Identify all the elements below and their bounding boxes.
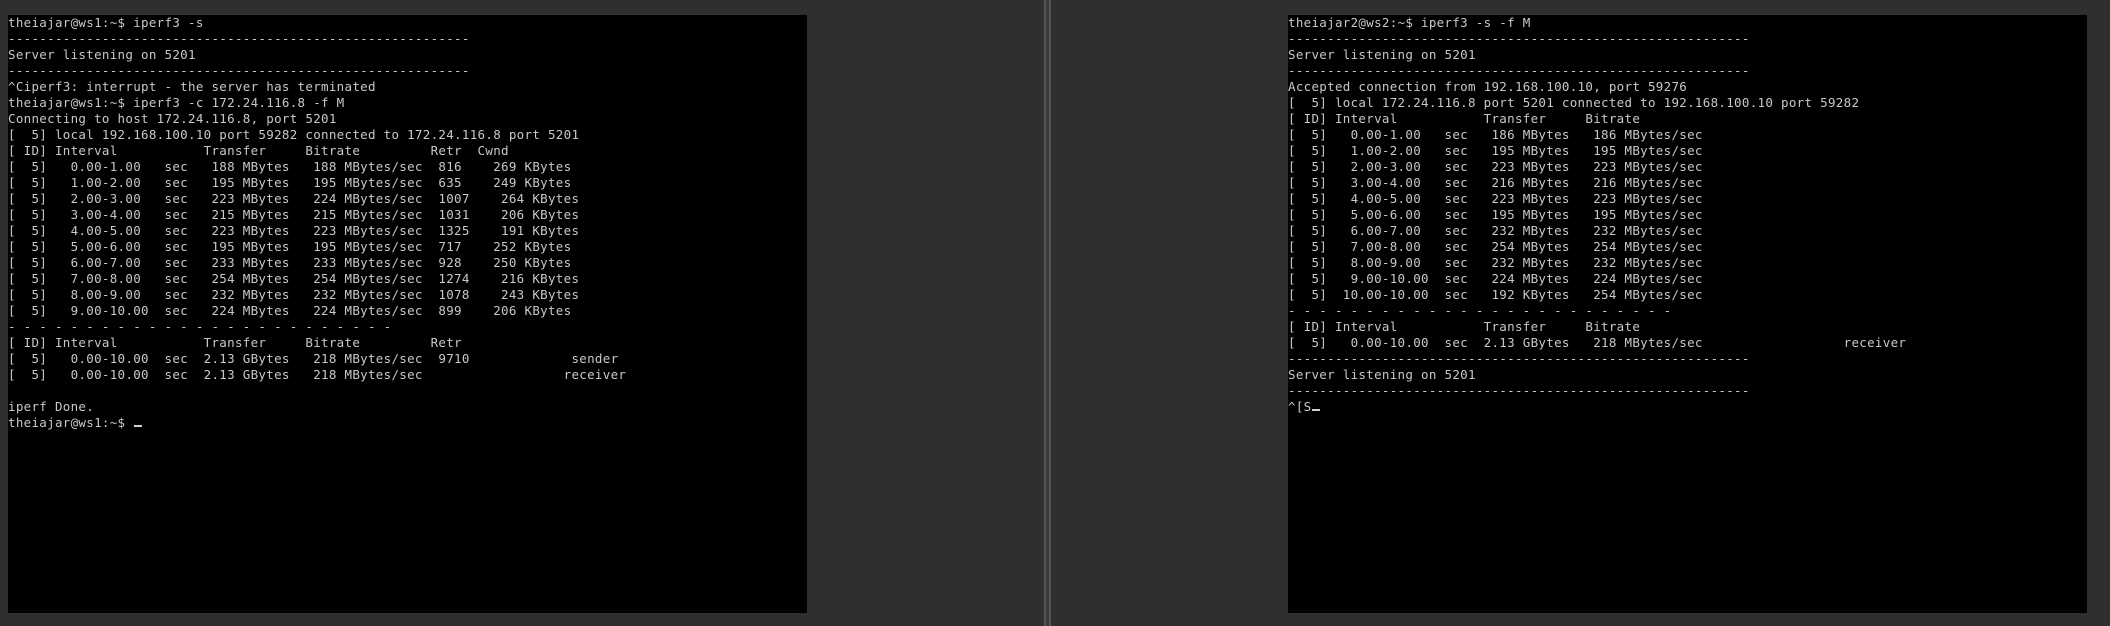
right-terminal-line: ----------------------------------------… — [1288, 351, 1750, 366]
right-terminal-line: ----------------------------------------… — [1288, 383, 1750, 398]
right-terminal-line: [ ID] Interval Transfer Bitrate — [1288, 319, 1641, 334]
left-console-pane: theiajar@ws1:~$ iperf3 -s ---------------… — [0, 0, 1044, 626]
right-terminal-output: theiajar2@ws2:~$ iperf3 -s -f M ---------… — [1288, 15, 2087, 415]
right-terminal-window[interactable]: theiajar2@ws2:~$ iperf3 -s -f M ---------… — [1288, 15, 2087, 613]
left-terminal-line: [ 5] 8.00-9.00 sec 232 MBytes 232 MBytes… — [8, 287, 580, 302]
left-terminal-line: [ 5] 0.00-10.00 sec 2.13 GBytes 218 MByt… — [8, 367, 627, 382]
right-terminal-line: ----------------------------------------… — [1288, 31, 1750, 46]
right-terminal-cursor — [1312, 409, 1321, 411]
right-terminal-line: [ 5] 4.00-5.00 sec 223 MBytes 223 MBytes… — [1288, 191, 1703, 206]
right-terminal-line: - - - - - - - - - - - - - - - - - - - - … — [1288, 303, 1672, 318]
left-terminal-line: [ 5] 6.00-7.00 sec 233 MBytes 233 MBytes… — [8, 255, 572, 270]
left-terminal-line: [ 5] 0.00-10.00 sec 2.13 GBytes 218 MByt… — [8, 351, 619, 366]
right-terminal-line: ----------------------------------------… — [1288, 63, 1750, 78]
left-terminal-line: ^Ciperf3: interrupt - the server has ter… — [8, 79, 376, 94]
left-terminal-line: [ ID] Interval Transfer Bitrate Retr — [8, 335, 462, 350]
right-terminal-line: ^[S — [1288, 399, 2087, 415]
right-terminal-line: [ 5] 6.00-7.00 sec 232 MBytes 232 MBytes… — [1288, 223, 1703, 238]
left-terminal-line: [ 5] 1.00-2.00 sec 195 MBytes 195 MBytes… — [8, 175, 572, 190]
right-terminal-line: [ 5] 9.00-10.00 sec 224 MBytes 224 MByte… — [1288, 271, 1703, 286]
left-terminal-output: theiajar@ws1:~$ iperf3 -s ---------------… — [8, 15, 807, 431]
left-terminal-cursor — [134, 425, 143, 427]
right-terminal-line: [ 5] 8.00-9.00 sec 232 MBytes 232 MBytes… — [1288, 255, 1703, 270]
left-terminal-line: ----------------------------------------… — [8, 63, 470, 78]
left-terminal-line: [ 5] local 192.168.100.10 port 59282 con… — [8, 127, 580, 142]
left-terminal-line: [ 5] 5.00-6.00 sec 195 MBytes 195 MBytes… — [8, 239, 572, 254]
right-terminal-line: [ 5] local 172.24.116.8 port 5201 connec… — [1288, 95, 1860, 110]
right-terminal-line: [ 5] 5.00-6.00 sec 195 MBytes 195 MBytes… — [1288, 207, 1703, 222]
left-terminal-line: [ 5] 3.00-4.00 sec 215 MBytes 215 MBytes… — [8, 207, 580, 222]
right-terminal-line: [ 5] 3.00-4.00 sec 216 MBytes 216 MBytes… — [1288, 175, 1703, 190]
left-terminal-line: Connecting to host 172.24.116.8, port 52… — [8, 111, 337, 126]
left-terminal-line: theiajar@ws1:~$ iperf3 -c 172.24.116.8 -… — [8, 95, 345, 110]
left-terminal-line: Server listening on 5201 — [8, 47, 196, 62]
right-terminal-line: [ 5] 2.00-3.00 sec 223 MBytes 223 MBytes… — [1288, 159, 1703, 174]
left-terminal-line: theiajar@ws1:~$ — [8, 415, 807, 431]
right-terminal-line: Accepted connection from 192.168.100.10,… — [1288, 79, 1688, 94]
right-terminal-line: Server listening on 5201 — [1288, 367, 1476, 382]
pane-splitter[interactable] — [1044, 0, 1051, 626]
right-terminal-line: Server listening on 5201 — [1288, 47, 1476, 62]
right-terminal-line: [ 5] 0.00-1.00 sec 186 MBytes 186 MBytes… — [1288, 127, 1703, 142]
right-terminal-line: [ 5] 10.00-10.00 sec 192 KBytes 254 MByt… — [1288, 287, 1703, 302]
left-terminal-line: theiajar@ws1:~$ iperf3 -s — [8, 15, 204, 30]
left-terminal-line: [ 5] 4.00-5.00 sec 223 MBytes 223 MBytes… — [8, 223, 580, 238]
right-console-pane: theiajar2@ws2:~$ iperf3 -s -f M ---------… — [1051, 0, 2110, 626]
left-terminal-line: [ ID] Interval Transfer Bitrate Retr Cwn… — [8, 143, 509, 158]
right-terminal-line: [ 5] 0.00-10.00 sec 2.13 GBytes 218 MByt… — [1288, 335, 1907, 350]
left-terminal-line: ----------------------------------------… — [8, 31, 470, 46]
left-terminal-window[interactable]: theiajar@ws1:~$ iperf3 -s ---------------… — [8, 15, 807, 613]
left-terminal-line: - - - - - - - - - - - - - - - - - - - - … — [8, 319, 392, 334]
left-terminal-line — [8, 383, 807, 399]
left-terminal-line: [ 5] 2.00-3.00 sec 223 MBytes 224 MBytes… — [8, 191, 580, 206]
right-terminal-line: theiajar2@ws2:~$ iperf3 -s -f M — [1288, 15, 1531, 30]
right-terminal-line: [ ID] Interval Transfer Bitrate — [1288, 111, 1641, 126]
left-terminal-line: [ 5] 9.00-10.00 sec 224 MBytes 224 MByte… — [8, 303, 572, 318]
left-terminal-line: [ 5] 0.00-1.00 sec 188 MBytes 188 MBytes… — [8, 159, 572, 174]
left-terminal-line: iperf Done. — [8, 399, 95, 414]
right-terminal-line: [ 5] 1.00-2.00 sec 195 MBytes 195 MBytes… — [1288, 143, 1703, 158]
left-terminal-line: [ 5] 7.00-8.00 sec 254 MBytes 254 MBytes… — [8, 271, 580, 286]
right-terminal-line: [ 5] 7.00-8.00 sec 254 MBytes 254 MBytes… — [1288, 239, 1703, 254]
